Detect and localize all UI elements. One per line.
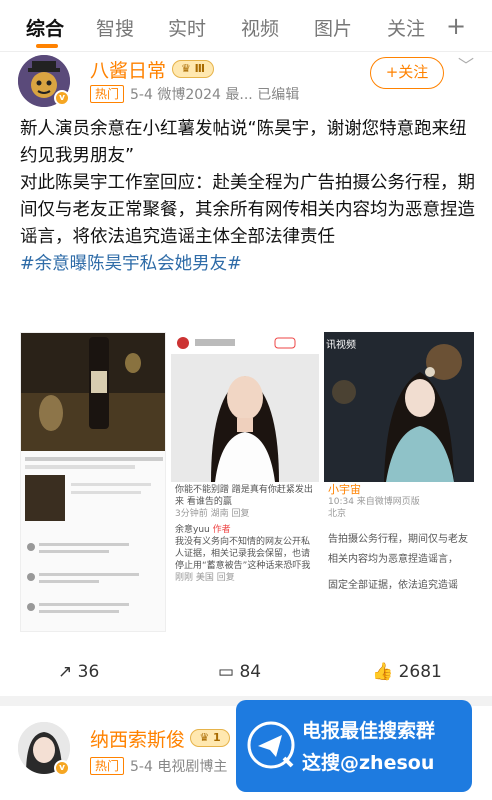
member-level: Ⅲ	[194, 62, 206, 75]
statement-location: 北京	[328, 509, 347, 519]
statement-user: 小宇宙	[328, 483, 361, 496]
hot-tag: 热门	[90, 85, 125, 103]
statement-line-2: 相关内容均为恶意捏造谣言，	[328, 554, 458, 565]
comment-text: 你能不能别蹭 蹭是真有你赶紧发出来 看谁告的赢	[175, 485, 313, 507]
post-image-2[interactable]: 你能不能别蹭 蹭是真有你赶紧发出来 看谁告的赢 3分钟前 湖南 回复 余意yuu…	[171, 332, 319, 632]
promo-banner[interactable]: 电报最佳搜索群 这搜@zhesou	[236, 700, 472, 792]
member-level-badge-2: ♛ 1	[190, 729, 230, 747]
post-meta: 热门 5-4 微博2024 最... 已编辑	[90, 84, 299, 104]
post-meta-text-2: 5-4 电视剧博主	[130, 759, 228, 775]
reply-user: 余意yuu	[175, 525, 210, 535]
post-meta-2: 热门 5-4 电视剧博主	[90, 756, 227, 776]
verified-badge-icon-2: v	[54, 760, 70, 776]
member-level-2: 1	[213, 731, 221, 744]
video-app-label: 讯视频	[326, 340, 356, 351]
like-count: 2681	[398, 662, 442, 682]
repost-icon: ↗	[58, 662, 73, 682]
post-actions: ↗ 36 ▭ 84 👍 2681	[0, 650, 492, 694]
chevron-down-icon[interactable]: ﹀	[458, 52, 474, 76]
comment-button[interactable]: ▭ 84	[218, 662, 261, 682]
dinner-photo-image	[21, 333, 165, 631]
promo-line-2: 这搜@zhesou	[302, 752, 435, 774]
tab-following[interactable]: 关注	[387, 14, 425, 41]
post-text-line-1: 新人演员余意在小红薯发帖说“陈昊宇，谢谢您特意跑来纽约见我男朋友”	[20, 119, 467, 166]
comment-icon: ▭	[218, 662, 235, 682]
tab-comprehensive[interactable]: 综合	[26, 14, 64, 41]
tab-video[interactable]: 视频	[241, 14, 279, 41]
statement-line-1: 告拍摄公务行程，期间仅与老友	[328, 534, 468, 545]
post-meta-text: 5-4 微博2024 最... 已编辑	[130, 87, 300, 103]
search-tabs: 综合 智搜 实时 视频 图片 关注 +	[0, 0, 492, 52]
verified-badge-icon: v	[54, 90, 70, 106]
reply-meta: 刚刚 美国 回复	[175, 573, 235, 583]
portrait-photo-image	[171, 332, 319, 482]
add-tab-icon[interactable]: +	[446, 12, 466, 40]
username[interactable]: 八酱日常	[90, 56, 166, 83]
tab-smart-search[interactable]: 智搜	[96, 14, 134, 41]
statement-time: 10:34 来自微博网页版	[328, 497, 420, 507]
post-image-3[interactable]: 讯视频 小宇宙 10:34 来自微博网页版 北京 告拍摄公务行程，期间仅与老友 …	[324, 332, 474, 632]
comment-count: 84	[239, 662, 262, 682]
reply-text: 我没有义务向不知情的网友公开私人证据，相关记录我会保留，也请停止用“蓄意被告”这…	[175, 537, 311, 571]
post-content: 新人演员余意在小红薯发帖说“陈昊宇，谢谢您特意跑来纽约见我男朋友” 对此陈昊宇工…	[20, 116, 480, 278]
statement-line-3: 固定全部证据，依法追究造谣	[328, 580, 458, 591]
like-button[interactable]: 👍 2681	[372, 662, 442, 682]
reply-author-tag: 作者	[212, 525, 231, 535]
drama-still-image	[324, 332, 474, 482]
follow-button[interactable]: +关注	[370, 57, 444, 89]
post-image-1[interactable]	[20, 332, 166, 632]
username-2[interactable]: 纳西索斯俊	[90, 725, 185, 752]
active-tab-indicator	[36, 44, 58, 48]
tab-images[interactable]: 图片	[314, 14, 352, 41]
post-text-line-2: 对此陈昊宇工作室回应：赴美全程为广告拍摄公务行程，期间仅与老友正常聚餐，其余所有…	[20, 173, 475, 247]
tab-realtime[interactable]: 实时	[168, 14, 206, 41]
hashtag-link[interactable]: #余意曝陈昊宇私会她男友#	[20, 251, 480, 278]
comment-time: 3分钟前 湖南 回复	[175, 509, 250, 519]
member-level-badge: ♛ Ⅲ	[172, 60, 214, 78]
like-icon: 👍	[372, 662, 394, 682]
statement-screenshot: 小宇宙 10:34 来自微博网页版 北京 告拍摄公务行程，期间仅与老友 相关内容…	[324, 484, 474, 592]
repost-count: 36	[77, 662, 100, 682]
repost-button[interactable]: ↗ 36	[58, 662, 99, 682]
hot-tag-2: 热门	[90, 757, 125, 775]
comment-screenshot: 你能不能别蹭 蹭是真有你赶紧发出来 看谁告的赢 3分钟前 湖南 回复 余意yuu…	[171, 484, 319, 584]
promo-line-1: 电报最佳搜索群	[302, 720, 436, 742]
telegram-search-icon	[247, 721, 295, 769]
